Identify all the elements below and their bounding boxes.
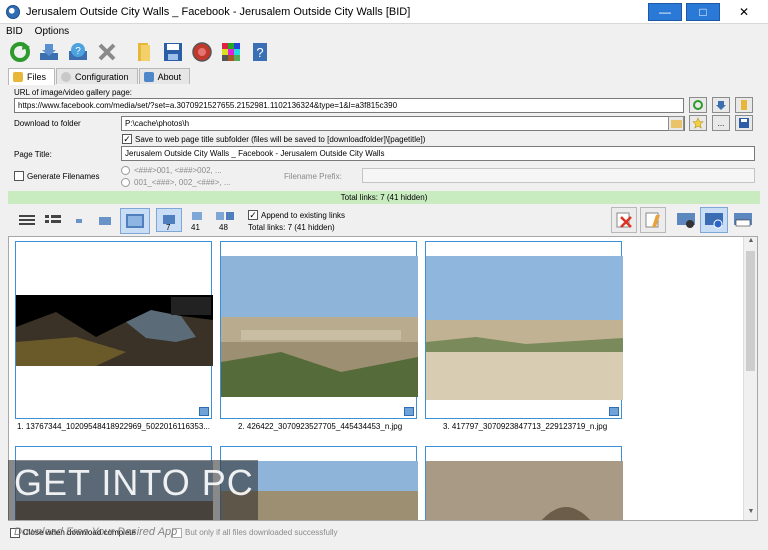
maximize-button[interactable]: □ xyxy=(686,2,720,21)
url-refresh-button[interactable] xyxy=(689,97,707,113)
scroll-down-icon[interactable]: ▼ xyxy=(744,508,757,520)
thumbnail-6[interactable] xyxy=(425,446,623,520)
url-label: URL of image/video gallery page: xyxy=(14,88,132,97)
toolbar: ? ? xyxy=(0,38,768,66)
append-label: Append to existing links xyxy=(261,211,346,220)
info-icon[interactable]: ? xyxy=(248,40,272,64)
watermark-subtext: Download Free Your Desired App xyxy=(14,526,178,538)
pattern2-label: 001_<###>, 002_<###>, ... xyxy=(134,178,231,187)
count-7: 7 xyxy=(166,223,171,232)
thumbnail-1-caption: 1. 13767344_10209548418922969_5022016116… xyxy=(17,422,210,431)
only-if-all-label: But only if all files downloaded success… xyxy=(185,528,338,537)
menu-bar: BID Options xyxy=(0,24,768,38)
folder-icon[interactable] xyxy=(132,40,156,64)
generate-filenames-checkbox[interactable] xyxy=(14,171,24,181)
view-details-icon[interactable] xyxy=(14,208,40,234)
thumbnail-3[interactable] xyxy=(425,241,623,419)
view-medium-icons-icon[interactable] xyxy=(92,208,118,234)
prefix-label: Filename Prefix: xyxy=(284,172,342,181)
title-bar: Jerusalem Outside City Walls _ Facebook … xyxy=(0,0,768,24)
vertical-scrollbar[interactable]: ▲ ▼ xyxy=(743,237,757,520)
thumbnail-1-badge xyxy=(199,407,209,416)
tab-about-label: About xyxy=(157,71,182,82)
more-button[interactable]: ... xyxy=(712,115,730,131)
tab-files[interactable]: Files xyxy=(8,68,56,85)
view-total-links: Total links: 7 (41 hidden) xyxy=(248,223,335,232)
subfolder-label: Save to web page title subfolder (files … xyxy=(135,135,426,144)
tab-strip: Files Configuration About xyxy=(8,68,191,85)
thumbnail-2-badge xyxy=(404,407,414,416)
download-folder-input[interactable]: P:\cache\photos\h xyxy=(121,116,685,131)
view-small-icons-icon[interactable] xyxy=(66,208,92,234)
thumbnail-1[interactable] xyxy=(15,241,213,419)
append-checkbox[interactable]: ✓ xyxy=(248,210,258,220)
menu-bid[interactable]: BID xyxy=(0,26,29,37)
window-title: Jerusalem Outside City Walls _ Facebook … xyxy=(26,5,411,18)
thumbnail-2[interactable] xyxy=(220,241,418,419)
svg-text:?: ? xyxy=(256,45,263,60)
tab-about[interactable]: About xyxy=(138,68,191,84)
favorite-icon[interactable] xyxy=(689,115,707,131)
thumbnail-2-caption: 2. 426422_3070923527705_445434453_n.jpg xyxy=(238,422,403,431)
cancel-icon[interactable] xyxy=(95,40,119,64)
files-tab-icon xyxy=(13,72,23,82)
clean-icon[interactable] xyxy=(640,207,666,233)
thumbnail-3-caption: 3. 417797_3070923847713_229123719_n.jpg xyxy=(443,422,608,431)
url-folder-button[interactable] xyxy=(735,97,753,113)
download-icon[interactable] xyxy=(37,40,61,64)
thumbnail-3-badge xyxy=(609,407,619,416)
watermark-text: GET INTO PC xyxy=(14,462,254,503)
page-title-input[interactable]: Jerusalem Outside City Walls _ Facebook … xyxy=(121,146,755,161)
clear-list-icon[interactable] xyxy=(611,207,637,233)
subfolder-checkbox[interactable]: ✓ xyxy=(122,134,132,144)
count-48: 48 xyxy=(219,223,228,232)
grid-icon[interactable] xyxy=(219,40,243,64)
refresh-icon[interactable] xyxy=(8,40,32,64)
help-icon[interactable]: ? xyxy=(66,40,90,64)
configuration-tab-icon xyxy=(61,71,72,82)
view-thumbnails-icon[interactable] xyxy=(120,208,150,234)
status-bar: Total links: 7 (41 hidden) xyxy=(8,191,760,204)
pattern1-radio[interactable] xyxy=(121,166,130,175)
view-list-icon[interactable] xyxy=(40,208,66,234)
pattern2-radio[interactable] xyxy=(121,178,130,187)
count-41: 41 xyxy=(191,223,200,232)
start-download-icon[interactable] xyxy=(700,207,728,233)
download-folder-label: Download to folder xyxy=(14,119,81,128)
generate-filenames-label: Generate Filenames xyxy=(27,172,100,181)
folder-browse-icon[interactable] xyxy=(668,116,684,131)
pattern1-label: <###>001, <###>002, ... xyxy=(134,166,222,175)
record-icon[interactable] xyxy=(190,40,214,64)
scroll-up-icon[interactable]: ▲ xyxy=(744,237,757,249)
minimize-button[interactable]: — xyxy=(648,2,682,21)
svg-text:?: ? xyxy=(75,46,81,57)
url-input[interactable]: https://www.facebook.com/media/set/?set=… xyxy=(14,98,684,113)
menu-options[interactable]: Options xyxy=(29,26,75,37)
tab-configuration-label: Configuration xyxy=(75,71,129,82)
scroll-thumb[interactable] xyxy=(746,251,755,371)
about-tab-icon xyxy=(143,71,154,82)
page-title-label: Page Title: xyxy=(14,150,52,159)
close-button[interactable]: ✕ xyxy=(724,2,764,21)
prefix-input[interactable] xyxy=(362,168,755,183)
app-icon xyxy=(6,4,20,19)
stop-download-icon[interactable] xyxy=(673,207,699,233)
rename-icon[interactable] xyxy=(730,207,756,233)
tab-configuration[interactable]: Configuration xyxy=(56,68,138,84)
url-download-button[interactable] xyxy=(712,97,730,113)
tab-files-label: Files xyxy=(27,72,47,82)
save-folder-button[interactable] xyxy=(735,115,753,131)
save-icon[interactable] xyxy=(161,40,185,64)
